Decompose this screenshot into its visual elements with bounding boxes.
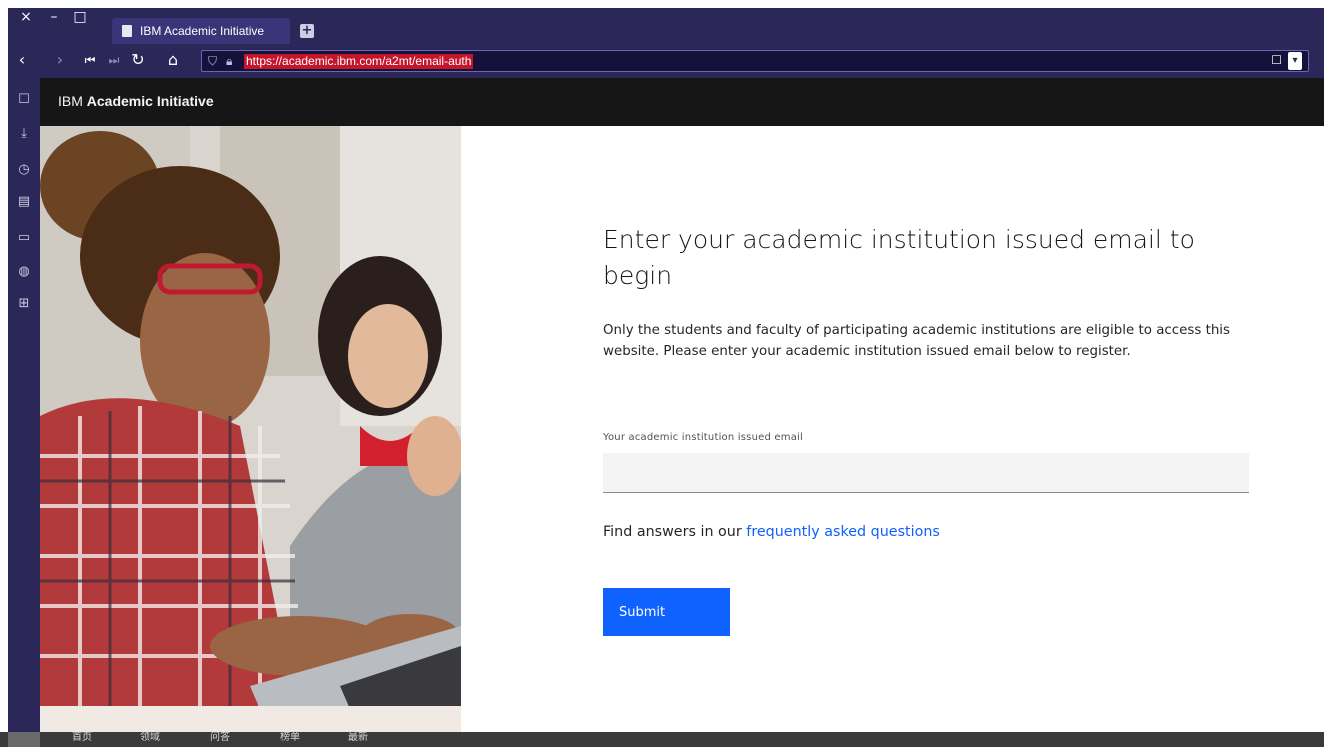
bottom-nav-bar: 首页 领域 问答 榜单 最新 — [0, 732, 1324, 747]
brand-prefix: IBM — [58, 93, 83, 109]
reload-icon[interactable]: ↻ — [128, 50, 148, 70]
site-header: IBM Academic Initiative — [40, 78, 1324, 126]
back-icon[interactable]: ‹ — [12, 50, 32, 70]
address-dropdown-icon[interactable]: ▾ — [1288, 52, 1302, 70]
forward-icon[interactable]: › — [50, 50, 70, 70]
maximize-window-icon[interactable]: □ — [70, 8, 90, 28]
history-icon[interactable]: ◷ — [16, 162, 32, 178]
tracking-shield-icon[interactable]: ⛉ — [208, 54, 217, 69]
tab-title: IBM Academic Initiative — [140, 24, 265, 38]
bottom-nav-item-latest[interactable]: 最新 — [348, 732, 368, 743]
bottom-nav-item-home[interactable]: 首页 — [72, 732, 92, 743]
url-text[interactable]: https://academic.ibm.com/a2mt/email-auth — [244, 54, 474, 69]
email-field[interactable] — [603, 453, 1249, 493]
email-field-label: Your academic institution issued email — [603, 432, 803, 443]
bookmark-page-icon[interactable]: ☐ — [1271, 53, 1282, 67]
page-title: Enter your academic institution issued e… — [603, 225, 1195, 290]
fast-forward-icon[interactable]: ⏭ — [104, 50, 124, 70]
new-tab-icon[interactable]: + — [300, 24, 314, 38]
notes-icon[interactable]: ▤ — [16, 194, 32, 210]
faq-link[interactable]: frequently asked questions — [746, 524, 940, 540]
bottom-left-tab — [8, 732, 40, 747]
minimize-window-icon[interactable]: – — [44, 8, 64, 28]
faq-prefix: Find answers in our — [603, 524, 742, 540]
window-icon[interactable]: ▭ — [16, 230, 32, 246]
close-window-icon[interactable]: × — [16, 8, 36, 28]
email-auth-panel: Enter your academic institution issued e… — [461, 126, 1324, 732]
faq-line: Find answers in our frequently asked que… — [603, 524, 940, 540]
browser-sidebar: ☐ ⤓ ◷ ▤ ▭ ◍ ⊞ — [8, 78, 40, 732]
browser-tab[interactable]: IBM Academic Initiative — [112, 18, 290, 44]
submit-button[interactable]: Submit — [603, 588, 730, 636]
eligibility-description: Only the students and faculty of partici… — [603, 323, 1231, 359]
site-brand[interactable]: IBM Academic Initiative — [58, 93, 214, 109]
bottom-nav-item-fields[interactable]: 领域 — [140, 732, 160, 743]
address-bar[interactable]: ⛉ 🔒︎ https://academic.ibm.com/a2mt/email… — [201, 50, 1309, 72]
bottom-nav-item-qa[interactable]: 问答 — [210, 732, 230, 743]
brand-name: Academic Initiative — [86, 93, 214, 109]
globe-icon[interactable]: ◍ — [16, 264, 32, 280]
home-icon[interactable]: ⌂ — [163, 50, 183, 70]
browser-toolbar: ‹ › ⏮ ⏭ ↻ ⌂ ⛉ 🔒︎ https://academic.ibm.co… — [8, 44, 1324, 78]
rewind-icon[interactable]: ⏮ — [80, 50, 100, 70]
bottom-nav-item-rankings[interactable]: 榜单 — [280, 732, 300, 743]
lock-icon[interactable]: 🔒︎ — [226, 54, 232, 69]
page-favicon-icon — [122, 25, 132, 37]
bookmark-icon[interactable]: ☐ — [16, 92, 32, 108]
students-photo-illustration — [40, 126, 461, 732]
download-icon[interactable]: ⤓ — [16, 126, 32, 142]
add-panel-icon[interactable]: ⊞ — [16, 296, 32, 312]
browser-tab-strip: × – □ IBM Academic Initiative + — [8, 8, 1324, 44]
hero-photo — [40, 126, 461, 732]
